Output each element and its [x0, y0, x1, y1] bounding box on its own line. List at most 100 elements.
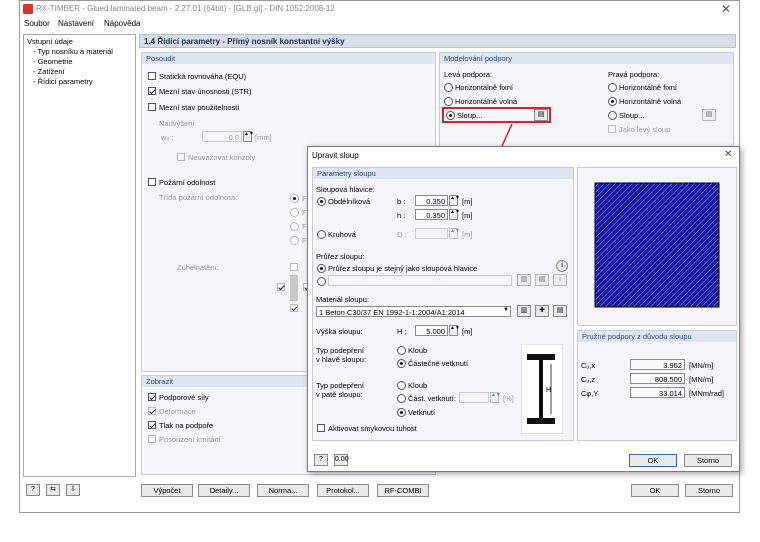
b-input[interactable]: 0.350	[415, 195, 448, 206]
podporove-checkbox[interactable]	[148, 393, 156, 401]
pata-cast-radio[interactable]	[397, 394, 406, 403]
pata-cast-unit: [%]	[503, 394, 514, 403]
f60-radio[interactable]	[290, 208, 299, 217]
pata-cast-input[interactable]	[459, 392, 489, 403]
menu-nastaveni[interactable]: Nastavení	[58, 19, 94, 28]
equ-checkbox[interactable]	[148, 72, 156, 80]
obdelnik-radio[interactable]	[317, 197, 326, 206]
hlava-castecne-label: Částečné vetknutí	[408, 359, 469, 368]
tree-item-ridici[interactable]: ‐ Řídicí parametry	[33, 77, 93, 86]
f90-radio[interactable]	[290, 222, 299, 231]
zuh-checkbox-4[interactable]	[290, 304, 298, 312]
menu-soubor[interactable]: Soubor	[24, 19, 50, 28]
zuhelnateni-label: Zuhelnatění:	[177, 263, 219, 272]
dialog-close-button[interactable]: ✕	[724, 149, 732, 160]
zuh-checkbox-2[interactable]	[277, 283, 285, 291]
d-input[interactable]	[415, 228, 448, 239]
rfcombi-button[interactable]: RF-COMBI	[377, 484, 429, 497]
f-radio[interactable]	[290, 236, 299, 245]
units-icon[interactable]: ⇆	[46, 484, 60, 496]
pata-vetknuti-radio[interactable]	[397, 408, 406, 417]
h-label: h :	[397, 211, 406, 220]
vypocet-button[interactable]: Výpočet	[141, 484, 193, 497]
zuh-checkbox-1[interactable]	[290, 263, 298, 271]
material-library-icon[interactable]: ▥	[517, 305, 531, 317]
zuh-diagram	[290, 275, 298, 301]
wc-input[interactable]: 0.0	[202, 131, 242, 142]
jako-checkbox[interactable]	[608, 125, 616, 133]
nadvyseni-label: Nadvýšení	[159, 119, 195, 128]
sls-checkbox[interactable]	[148, 103, 156, 111]
dialog-storno-button[interactable]: Storno	[684, 454, 732, 467]
norma-button[interactable]: Norma...	[257, 484, 309, 497]
leva-sloup-edit-button[interactable]: ▤	[534, 109, 548, 121]
detaily-button[interactable]: Detaily...	[198, 484, 250, 497]
prurez-edit-icon[interactable]: ▤	[535, 274, 549, 286]
ok-button[interactable]: OK	[631, 484, 679, 497]
menu-napoveda[interactable]: Nápověda	[104, 19, 140, 28]
cuz-value: 808.500	[630, 373, 685, 384]
tlak-checkbox[interactable]	[148, 421, 156, 429]
prava-hvol-radio[interactable]	[608, 97, 617, 106]
prava-hfix-radio[interactable]	[608, 83, 617, 92]
prava-label: Pravá podpora:	[608, 70, 660, 79]
cux-value: 3.962	[630, 359, 685, 370]
dialog-ok-button[interactable]: OK	[629, 454, 677, 467]
kmitani-checkbox[interactable]	[148, 435, 156, 443]
wc-spinner[interactable]: ▲▼	[243, 131, 254, 142]
b-unit: [m]	[462, 197, 473, 206]
param-header: Parametry sloupu	[313, 168, 573, 179]
pata-kloub-radio[interactable]	[397, 381, 406, 390]
dialog-help-icon[interactable]: ?	[314, 454, 328, 466]
material-new-icon[interactable]: ✚	[535, 305, 549, 317]
prurez-select[interactable]	[328, 275, 512, 286]
H-spinner[interactable]: ▲▼	[449, 325, 460, 336]
kruhova-radio[interactable]	[317, 230, 326, 239]
tree-item-typ[interactable]: ‐ Typ nosníku a materiál	[33, 47, 113, 56]
f30-radio[interactable]	[290, 194, 299, 203]
hlava-castecne-radio[interactable]	[397, 359, 406, 368]
str-checkbox[interactable]	[148, 87, 156, 95]
prurez-library-icon[interactable]: ▥	[517, 274, 531, 286]
pozar-checkbox[interactable]	[148, 178, 156, 186]
hlava-kloub-label: Kloub	[408, 346, 428, 355]
tree-item-zatizeni[interactable]: ‐ Zatížení	[33, 67, 65, 76]
h-input[interactable]: 0.350	[415, 209, 448, 220]
leva-sloup-radio[interactable]	[446, 111, 455, 120]
dialog-units-icon[interactable]: 0.00	[334, 454, 349, 466]
help-icon[interactable]: ?	[26, 484, 40, 496]
material-edit-icon[interactable]: ▤	[553, 305, 567, 317]
prava-sloup-edit-button[interactable]: ▤	[702, 109, 716, 121]
prava-sloup-radio[interactable]	[608, 111, 617, 120]
kmitani-label: Posouzení kmitání	[159, 435, 221, 444]
smykova-checkbox[interactable]	[317, 424, 325, 432]
tree-item-geometrie[interactable]: ‐ Geometrie	[33, 57, 73, 66]
pata-cast-spinner[interactable]: ▲▼	[490, 392, 501, 403]
prurez-stejny-radio[interactable]	[317, 264, 326, 273]
menu-bar: Soubor Nastavení Nápověda	[20, 17, 739, 31]
konzoly-checkbox[interactable]	[177, 153, 185, 161]
leva-hfix-radio[interactable]	[444, 83, 453, 92]
material-select[interactable]: 1 Beton C30/37 EN 1992-1-1:2004/A1:2014	[316, 306, 511, 317]
svg-text:H: H	[546, 387, 551, 394]
info-icon[interactable]: i	[556, 260, 568, 272]
export-icon[interactable]: ⇩	[66, 484, 80, 496]
prurez-info-icon[interactable]: i	[553, 274, 567, 286]
d-spinner[interactable]: ▲▼	[449, 228, 460, 239]
b-spinner[interactable]: ▲▼	[449, 195, 460, 206]
H-input[interactable]: 5.000	[415, 325, 448, 336]
jako-label: Jako levý sloup	[619, 125, 671, 134]
deformace-checkbox[interactable]	[148, 407, 156, 415]
tree-root[interactable]: Vstupní údaje	[27, 37, 73, 46]
prurez-jiny-radio[interactable]	[317, 277, 326, 286]
chevron-down-icon[interactable]: ▼	[503, 307, 509, 313]
hlava-kloub-radio[interactable]	[397, 346, 406, 355]
close-window-button[interactable]: ✕	[721, 2, 731, 16]
storno-button[interactable]: Storno	[685, 484, 733, 497]
h-spinner[interactable]: ▲▼	[449, 209, 460, 220]
leva-hvol-radio[interactable]	[444, 97, 453, 106]
H-unit: [m]	[462, 327, 473, 336]
material-label: Materiál sloupu:	[316, 295, 369, 304]
pozar-label: Požární odolnost	[159, 178, 216, 187]
protokol-button[interactable]: Protokol...	[317, 484, 369, 497]
